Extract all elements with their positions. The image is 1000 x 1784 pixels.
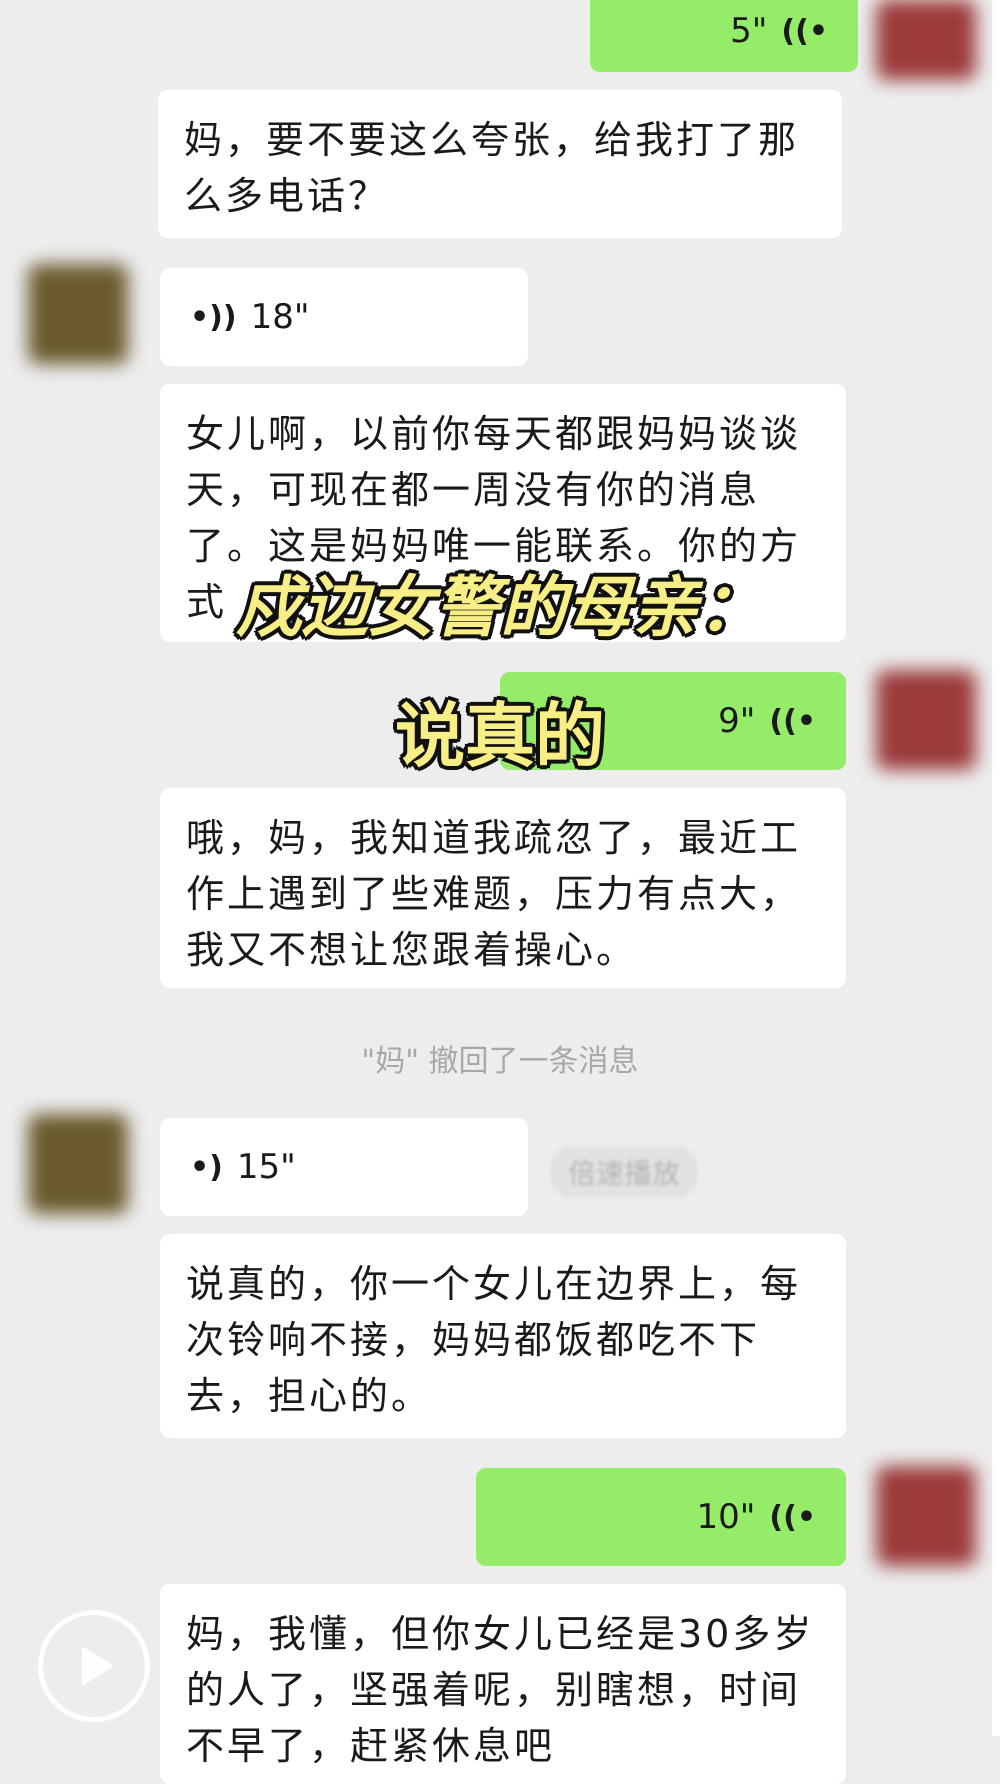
voice-duration: 5" bbox=[730, 11, 768, 51]
my-avatar[interactable] bbox=[876, 0, 976, 80]
voice-message-bubble[interactable]: •) 15" bbox=[160, 1118, 528, 1216]
video-caption-subtitle: 说真的 bbox=[395, 695, 605, 777]
message-text: 妈，我懂，但你女儿已经是30多岁的人了，坚强着呢，别瞎想，时间不早了，赶紧休息吧 bbox=[186, 1612, 815, 1768]
message-text-bubble[interactable]: 妈，要不要这么夸张，给我打了那么多电话？ bbox=[158, 90, 842, 238]
message-text: 说真的，你一个女儿在边界上，每次铃响不接，妈妈都饭都吃不下去，担心的。 bbox=[186, 1262, 802, 1418]
video-caption-title: 戍边女警的母亲： bbox=[236, 569, 764, 646]
voice-duration: 15" bbox=[236, 1147, 296, 1187]
message-text: 哦，妈，我知道我疏忽了，最近工作上遇到了些难题，压力有点大，我又不想让您跟着操心… bbox=[186, 816, 802, 972]
message-text: 妈，要不要这么夸张，给我打了那么多电话？ bbox=[184, 118, 800, 218]
play-button[interactable] bbox=[38, 1610, 150, 1722]
play-icon bbox=[82, 1646, 114, 1686]
speaker-wave-icon: ((• bbox=[781, 13, 828, 49]
message-text-bubble[interactable]: 说真的，你一个女儿在边界上，每次铃响不接，妈妈都饭都吃不下去，担心的。 bbox=[160, 1234, 846, 1438]
mom-avatar[interactable] bbox=[28, 264, 128, 364]
voice-message-bubble[interactable]: 10" ((• bbox=[476, 1468, 846, 1566]
message-text-bubble[interactable]: 哦，妈，我知道我疏忽了，最近工作上遇到了些难题，压力有点大，我又不想让您跟着操心… bbox=[160, 788, 846, 988]
voice-duration: 10" bbox=[696, 1497, 756, 1537]
speaker-wave-icon: ((• bbox=[769, 1499, 816, 1535]
voice-message-bubble[interactable]: •)) 18" bbox=[160, 268, 528, 366]
mom-avatar[interactable] bbox=[28, 1114, 128, 1214]
speaker-wave-icon: •) bbox=[190, 1149, 223, 1185]
voice-message-bubble[interactable]: 5" ((• bbox=[590, 0, 858, 72]
my-avatar[interactable] bbox=[876, 1466, 976, 1566]
playback-speed-button[interactable]: 倍速播放 bbox=[550, 1146, 699, 1198]
speaker-wave-icon: •)) bbox=[190, 299, 237, 335]
screen-edge bbox=[992, 0, 1000, 1736]
message-text-bubble[interactable]: 妈，我懂，但你女儿已经是30多岁的人了，坚强着呢，别瞎想，时间不早了，赶紧休息吧 bbox=[160, 1584, 846, 1784]
voice-duration: 18" bbox=[250, 297, 310, 337]
recall-notice: "妈" 撤回了一条消息 bbox=[361, 1044, 639, 1079]
